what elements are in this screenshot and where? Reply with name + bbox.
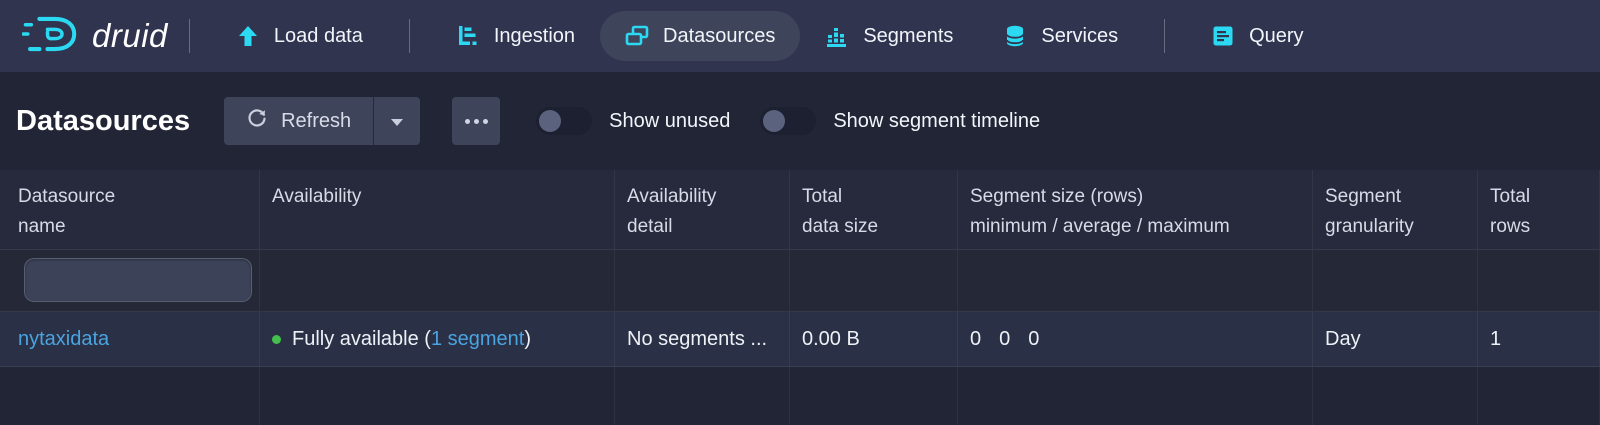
show-unused-toggle-group: Show unused: [536, 107, 730, 135]
stacked-panels-icon: [625, 24, 649, 48]
availability-text-suffix: ): [524, 328, 531, 351]
segment-granularity-cell: Day: [1313, 312, 1478, 366]
upload-arrow-icon: [236, 24, 260, 48]
nav-item-label: Datasources: [663, 25, 775, 48]
datasources-table: Datasource name Availability Availabilit…: [0, 170, 1600, 425]
datasource-name-link[interactable]: nytaxidata: [18, 328, 109, 351]
datasource-name-filter-input[interactable]: [24, 258, 252, 302]
show-segment-timeline-label: Show segment timeline: [833, 110, 1040, 133]
gantt-chart-icon: [456, 24, 480, 48]
show-unused-label: Show unused: [609, 110, 730, 133]
column-header-availability[interactable]: Availability: [260, 170, 615, 249]
switch-knob: [539, 110, 561, 132]
page-title: Datasources: [16, 105, 190, 138]
column-header-segment-granularity[interactable]: Segment granularity: [1313, 170, 1478, 249]
column-header-availability-detail[interactable]: Availability detail: [615, 170, 790, 249]
nav-item-load-data[interactable]: Load data: [211, 11, 388, 61]
more-actions-button[interactable]: [452, 97, 500, 145]
query-editor-icon: [1211, 24, 1235, 48]
refresh-button-label: Refresh: [281, 110, 351, 133]
nav-item-segments[interactable]: Segments: [800, 11, 978, 61]
column-header-total-rows[interactable]: Total rows: [1478, 170, 1600, 249]
total-data-size-cell: 0.00 B: [790, 312, 958, 366]
nav-item-ingestion[interactable]: Ingestion: [431, 11, 600, 61]
nav-item-label: Query: [1249, 25, 1303, 48]
bar-chart-icon: [825, 24, 849, 48]
availability-detail-cell: No segments ...: [615, 312, 790, 366]
refresh-split-button: Refresh: [224, 97, 420, 145]
nav-item-label: Services: [1041, 25, 1118, 48]
nav-item-query[interactable]: Query: [1186, 11, 1328, 61]
column-header-total-data-size[interactable]: Total data size: [790, 170, 958, 249]
brand-wordmark: druid: [92, 17, 168, 55]
nav-item-datasources[interactable]: Datasources: [600, 11, 800, 61]
switch-knob: [763, 110, 785, 132]
nav-item-label: Segments: [863, 25, 953, 48]
druid-logo[interactable]: druid: [22, 12, 168, 61]
table-empty-row: [0, 367, 1600, 425]
availability-text: Fully available (: [292, 328, 431, 351]
segment-size-max: 0: [1028, 328, 1039, 351]
refresh-button[interactable]: Refresh: [224, 97, 373, 145]
column-header-datasource-name[interactable]: Datasource name: [0, 170, 260, 249]
availability-cell: Fully available ( 1 segment ): [260, 312, 615, 366]
chevron-down-icon: [390, 110, 404, 133]
show-segment-timeline-switch[interactable]: [760, 107, 816, 135]
segment-count-link[interactable]: 1 segment: [431, 328, 524, 351]
datasources-toolbar: Datasources Refresh Show unused: [0, 72, 1600, 170]
filter-cell-datasource-name: [0, 250, 260, 311]
datasource-name-cell: nytaxidata: [0, 312, 260, 366]
segment-size-min: 0: [970, 328, 981, 351]
show-unused-switch[interactable]: [536, 107, 592, 135]
refresh-interval-dropdown-button[interactable]: [373, 97, 420, 145]
column-header-segment-size[interactable]: Segment size (rows) minimum / average / …: [958, 170, 1313, 249]
druid-logo-icon: [22, 12, 80, 61]
table-row-nytaxidata: nytaxidata Fully available ( 1 segment )…: [0, 312, 1600, 367]
nav-divider: [1164, 19, 1165, 53]
nav-item-label: Load data: [274, 25, 363, 48]
total-rows-cell: 1: [1478, 312, 1600, 366]
nav-item-services[interactable]: Services: [978, 11, 1143, 61]
availability-status-dot: [272, 335, 281, 344]
top-navbar: druid Load data Ingestion: [0, 0, 1600, 72]
nav-divider: [409, 19, 410, 53]
database-icon: [1003, 24, 1027, 48]
table-filter-row: [0, 250, 1600, 312]
show-segment-timeline-toggle-group: Show segment timeline: [760, 107, 1040, 135]
table-header-row: Datasource name Availability Availabilit…: [0, 170, 1600, 250]
refresh-icon: [246, 107, 268, 135]
nav-divider: [189, 19, 190, 53]
more-icon: [465, 119, 470, 124]
segment-size-cell: 0 0 0: [958, 312, 1313, 366]
segment-size-avg: 0: [999, 328, 1010, 351]
nav-item-label: Ingestion: [494, 25, 575, 48]
